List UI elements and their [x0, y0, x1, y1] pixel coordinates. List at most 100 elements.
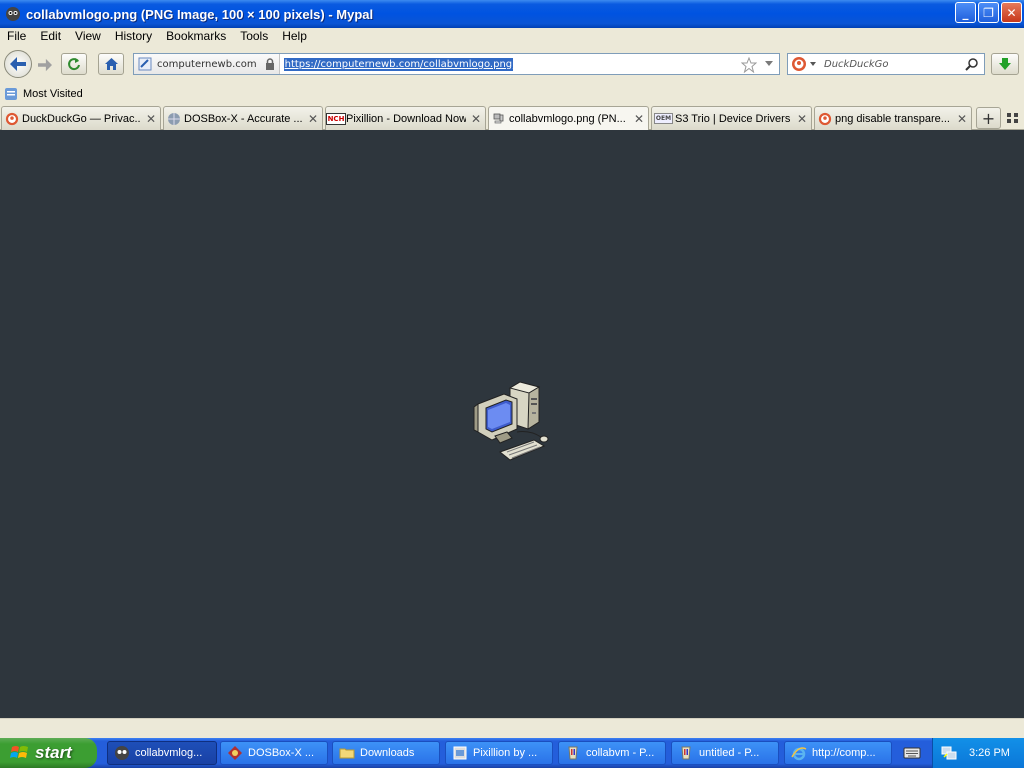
menu-tools[interactable]: Tools — [240, 29, 268, 43]
taskbar-item-label: http://comp... — [812, 747, 876, 759]
paint-icon — [568, 746, 578, 760]
taskbar-item-pixillion[interactable]: Pixillion by ... — [445, 741, 553, 765]
window-title-bar[interactable]: collabvmlogo.png (PNG Image, 100 × 100 p… — [0, 0, 1024, 28]
tab-pixillion[interactable]: NCH Pixillion - Download Now ✕ — [325, 106, 486, 130]
menu-file[interactable]: File — [7, 29, 26, 43]
most-visited-bookmark[interactable]: Most Visited — [23, 88, 83, 100]
taskbar-item-ie[interactable]: http://comp... — [784, 741, 892, 765]
site-identity-button[interactable]: computernewb.com — [134, 54, 280, 74]
taskbar-item-label: collabvm - P... — [586, 747, 655, 759]
system-tray: 3:26 PM — [932, 738, 1024, 768]
menu-edit[interactable]: Edit — [40, 29, 61, 43]
new-tab-button[interactable]: + — [976, 107, 1001, 129]
oem-icon: OEM — [653, 113, 674, 124]
tab-label: S3 Trio | Device Drivers — [675, 112, 791, 125]
dosbox-icon — [228, 746, 242, 760]
start-button[interactable]: start — [0, 738, 97, 768]
reload-icon — [68, 58, 80, 71]
tab-png-disable[interactable]: png disable transpare... ✕ — [814, 106, 972, 130]
start-label: start — [35, 743, 72, 762]
taskbar-item-paint-untitled[interactable]: untitled - P... — [671, 741, 779, 765]
taskbar-item-paint-collabvm[interactable]: collabvm - P... — [558, 741, 666, 765]
taskbar-item-label: Downloads — [360, 747, 415, 759]
list-all-tabs-icon[interactable] — [1006, 112, 1020, 124]
taskbar-item-label: DOSBox-X ... — [248, 747, 315, 759]
url-history-dropdown[interactable] — [765, 61, 773, 66]
tab-strip: DuckDuckGo — Privac... ✕ DOSBox-X - Accu… — [0, 104, 1024, 131]
taskbar-item-mypal[interactable]: collabvmlog... — [107, 741, 217, 765]
tab-label: DuckDuckGo — Privac... — [22, 112, 141, 125]
tab-close-icon[interactable]: ✕ — [796, 112, 808, 126]
url-input[interactable]: https://computernewb.com/collabvmlogo.pn… — [283, 57, 514, 71]
navigation-toolbar: computernewb.com https://computernewb.co… — [0, 44, 1024, 84]
mypal-icon — [115, 746, 129, 760]
taskbar-item-label: Pixillion by ... — [473, 747, 538, 759]
tab-label: collabvmlogo.png (PN... — [509, 113, 626, 125]
menu-bar: File Edit View History Bookmarks Tools H… — [0, 28, 1024, 44]
close-button[interactable]: ✕ — [1001, 2, 1022, 23]
menu-history[interactable]: History — [115, 29, 152, 43]
tab-label: Pixillion - Download Now — [346, 112, 466, 125]
duckduckgo-icon[interactable] — [791, 56, 807, 72]
window-title: collabvmlogo.png (PNG Image, 100 × 100 p… — [26, 6, 374, 22]
lock-icon — [265, 58, 274, 70]
downloads-button[interactable] — [991, 53, 1019, 75]
reload-button[interactable] — [61, 53, 87, 75]
tab-label: DOSBox-X - Accurate ... — [184, 112, 303, 125]
page-content — [0, 130, 1024, 718]
search-engine-dropdown[interactable] — [810, 62, 816, 66]
bookmark-star-icon[interactable] — [741, 57, 757, 73]
folder-icon — [339, 748, 355, 759]
taskbar-item-label: collabvmlog... — [135, 747, 203, 759]
tab-dosbox-x[interactable]: DOSBox-X - Accurate ... ✕ — [163, 106, 323, 130]
ie-icon — [791, 747, 807, 761]
home-button[interactable] — [98, 53, 124, 75]
mypal-icon — [6, 7, 20, 21]
download-arrow-icon — [999, 58, 1011, 70]
forward-button[interactable] — [34, 55, 56, 75]
back-button[interactable] — [4, 50, 32, 78]
tab-collabvmlogo[interactable]: collabvmlogo.png (PN... ✕ — [488, 106, 649, 131]
taskbar-item-dosbox[interactable]: DOSBox-X ... — [220, 741, 328, 765]
clock[interactable]: 3:26 PM — [969, 747, 1010, 759]
menu-view[interactable]: View — [75, 29, 101, 43]
tab-label: png disable transpare... — [835, 112, 950, 125]
paint-icon — [681, 746, 691, 760]
forward-arrow-icon — [38, 58, 52, 72]
search-icon[interactable] — [965, 57, 979, 71]
taskbar: start collabvmlog... DOSBox-X ... Downlo… — [0, 738, 1024, 768]
collabvm-logo-image[interactable] — [462, 374, 562, 474]
taskbar-item-downloads[interactable]: Downloads — [332, 741, 440, 765]
keyboard-language-icon[interactable] — [903, 746, 921, 760]
tab-s3-trio[interactable]: OEM S3 Trio | Device Drivers ✕ — [651, 106, 812, 130]
nch-icon: NCH — [326, 112, 347, 125]
tab-close-icon[interactable]: ✕ — [633, 112, 645, 126]
tab-close-icon[interactable]: ✕ — [307, 112, 319, 126]
globe-icon — [168, 112, 180, 125]
maximize-button[interactable]: ❐ — [978, 2, 999, 23]
url-bar[interactable]: computernewb.com https://computernewb.co… — [133, 53, 780, 75]
menu-bookmarks[interactable]: Bookmarks — [166, 29, 226, 43]
taskbar-item-label: untitled - P... — [699, 747, 760, 759]
windows-logo-icon — [10, 746, 28, 758]
network-icon[interactable] — [941, 745, 957, 761]
back-arrow-icon — [10, 57, 26, 71]
search-input[interactable]: DuckDuckGo — [824, 59, 889, 70]
tab-close-icon[interactable]: ✕ — [145, 112, 157, 126]
site-favicon-icon — [138, 57, 152, 71]
most-visited-icon — [5, 88, 17, 100]
tab-close-icon[interactable]: ✕ — [470, 112, 482, 126]
tab-duckduckgo[interactable]: DuckDuckGo — Privac... ✕ — [1, 106, 161, 130]
tab-close-icon[interactable]: ✕ — [956, 112, 968, 126]
bookmarks-toolbar: Most Visited — [0, 84, 1024, 104]
image-icon — [493, 113, 504, 124]
status-bar — [0, 718, 1024, 738]
identity-host: computernewb.com — [157, 58, 257, 70]
duckduckgo-icon — [5, 112, 19, 125]
duckduckgo-icon — [818, 112, 832, 125]
pixillion-icon — [453, 746, 467, 760]
search-bar[interactable]: DuckDuckGo — [787, 53, 985, 75]
menu-help[interactable]: Help — [282, 29, 307, 43]
minimize-button[interactable]: _ — [955, 2, 976, 23]
home-icon — [104, 58, 118, 70]
